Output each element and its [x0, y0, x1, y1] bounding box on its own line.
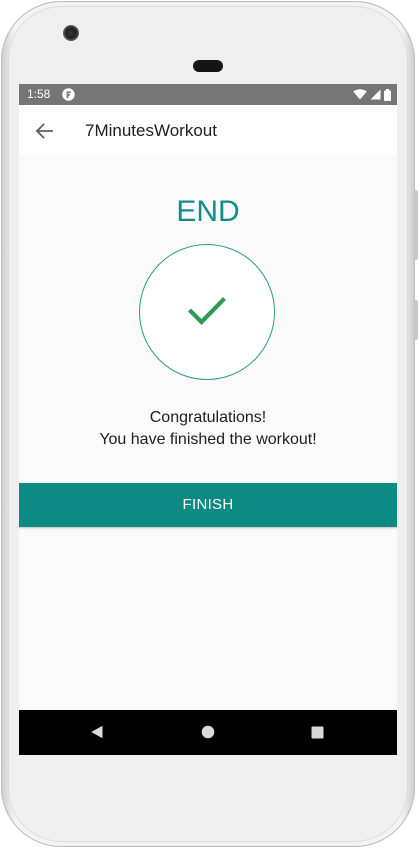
nav-back-button[interactable] — [87, 722, 107, 742]
congratulations-message: Congratulations! You have finished the w… — [19, 407, 397, 451]
end-title: END — [176, 195, 240, 228]
recents-square-icon — [311, 726, 323, 738]
nav-home-button[interactable] — [198, 722, 218, 742]
status-bar: 1:58 — [19, 84, 397, 105]
earpiece-speaker — [193, 60, 223, 72]
wifi-icon — [353, 89, 367, 100]
checkmark-icon — [188, 297, 226, 325]
power-button — [413, 190, 418, 260]
app-screen: 1:58 7MinutesWorkout END Congratulations… — [19, 84, 397, 755]
arrow-back-icon — [35, 123, 53, 139]
status-time: 1:58 — [27, 87, 51, 101]
congrats-line-2: You have finished the workout! — [99, 431, 317, 448]
battery-icon — [384, 88, 391, 101]
toolbar-title: 7MinutesWorkout — [85, 121, 217, 140]
congrats-line-1: Congratulations! — [149, 409, 267, 426]
status-icons — [353, 88, 391, 101]
finish-button[interactable]: FINISH — [19, 483, 397, 527]
app-toolbar: 7MinutesWorkout — [19, 105, 397, 155]
home-circle-icon — [201, 725, 215, 739]
front-camera — [63, 25, 79, 41]
nav-recents-button[interactable] — [307, 722, 327, 742]
completion-circle — [139, 244, 275, 380]
signal-icon — [370, 89, 381, 100]
notification-app-icon — [62, 88, 75, 101]
volume-button — [413, 300, 418, 340]
system-nav-bar — [19, 710, 397, 755]
phone-device: 1:58 7MinutesWorkout END Congratulations… — [0, 0, 418, 850]
back-triangle-icon — [91, 725, 103, 739]
back-button[interactable] — [29, 116, 59, 146]
